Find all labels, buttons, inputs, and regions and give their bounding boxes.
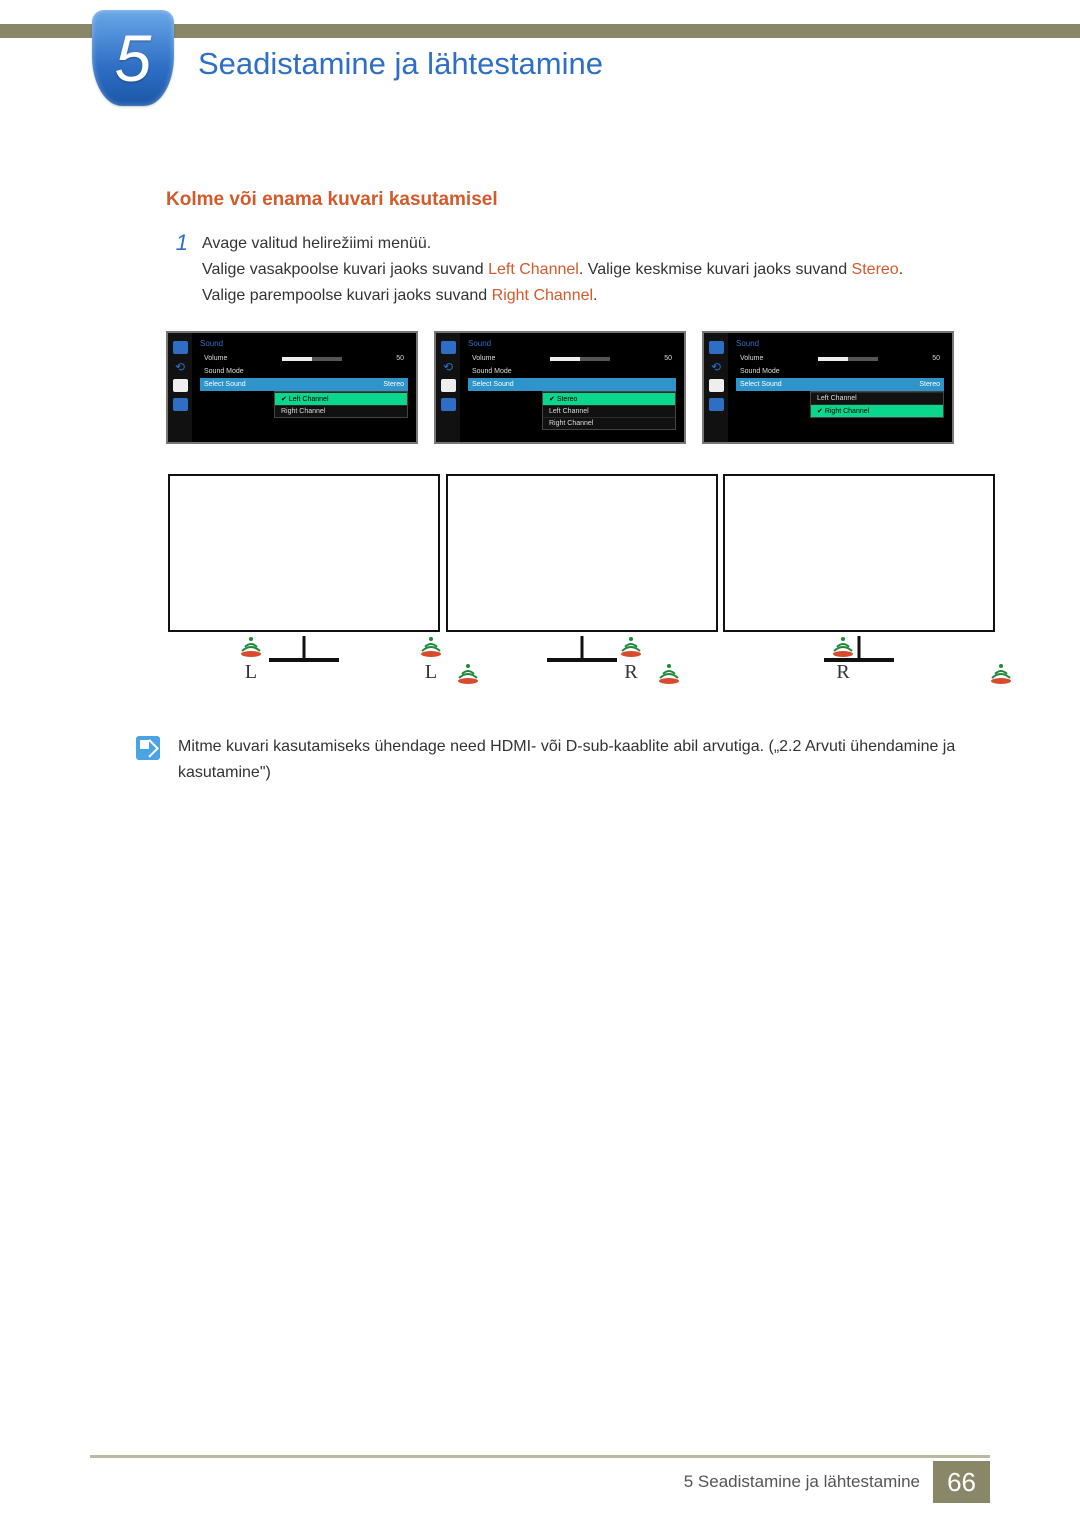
osd-select-sound-row: Select Sound bbox=[468, 378, 676, 391]
chapter-title: Seadistamine ja lähtestamine bbox=[198, 46, 603, 82]
osd-sound-mode-row: Sound Mode bbox=[200, 365, 408, 378]
volume-slider bbox=[282, 357, 342, 361]
info-icon bbox=[173, 398, 188, 411]
osd-main: Sound Volume 50 Sound Mode Select Sound … bbox=[192, 333, 416, 442]
dd-stereo: Stereo bbox=[543, 392, 675, 405]
osd-select-sound-row: Select Sound Stereo bbox=[200, 378, 408, 391]
speaker-icon bbox=[453, 660, 483, 684]
step-number: 1 bbox=[166, 231, 188, 309]
step-line1: Avage valitud helirežiimi menüü. bbox=[202, 231, 903, 257]
osd-panel-right: ⟲ Sound Volume 50 Sound Mode Select Soun… bbox=[702, 331, 954, 444]
osd-panel-left: ⟲ Sound Volume 50 Sound Mode Select Soun… bbox=[166, 331, 418, 444]
footer-chapter-text: 5 Seadistamine ja lähtestamine bbox=[684, 1461, 920, 1503]
note-text: Mitme kuvari kasutamiseks ühendage need … bbox=[178, 734, 988, 786]
monitor-icon bbox=[173, 341, 188, 354]
osd-sound-mode-row: Sound Mode bbox=[468, 365, 676, 378]
speaker-label: R bbox=[828, 661, 858, 684]
page-content: Kolme või enama kuvari kasutamisel 1 Ava… bbox=[166, 189, 988, 786]
osd-select-sound-row: Select Sound Stereo bbox=[736, 378, 944, 391]
dd-right: Right Channel bbox=[811, 404, 943, 417]
dd-right: Right Channel bbox=[275, 405, 407, 417]
osd-title: Sound bbox=[200, 339, 408, 348]
step-line3: Valige parempoolse kuvari jaoks suvand R… bbox=[202, 283, 903, 309]
speaker-icon: L bbox=[236, 633, 266, 684]
chapter-badge: 5 bbox=[92, 10, 174, 106]
arrows-icon: ⟲ bbox=[173, 360, 188, 373]
dd-right: Right Channel bbox=[543, 417, 675, 429]
note-block: Mitme kuvari kasutamiseks ühendage need … bbox=[136, 734, 988, 786]
monitor-center bbox=[446, 474, 718, 632]
volume-slider bbox=[818, 357, 878, 361]
page-number: 66 bbox=[933, 1461, 990, 1503]
arrows-icon: ⟲ bbox=[709, 360, 724, 373]
osd-volume-row: Volume 50 bbox=[736, 352, 944, 365]
speaker-label: L bbox=[416, 661, 446, 684]
osd-volume-row: Volume 50 bbox=[200, 352, 408, 365]
page-footer: 5 Seadistamine ja lähtestamine 66 bbox=[90, 1461, 990, 1503]
section-heading: Kolme või enama kuvari kasutamisel bbox=[166, 189, 988, 211]
gear-icon bbox=[173, 379, 188, 392]
arrows-icon: ⟲ bbox=[441, 360, 456, 373]
osd-main: Sound Volume 50 Sound Mode Select Sound … bbox=[460, 333, 684, 442]
osd-dropdown: Left Channel Right Channel bbox=[810, 391, 944, 418]
footer-divider bbox=[90, 1455, 990, 1458]
monitor-diagram: L L R R bbox=[166, 474, 988, 694]
osd-panel-center: ⟲ Sound Volume 50 Sound Mode Select Soun… bbox=[434, 331, 686, 444]
step-body: Avage valitud helirežiimi menüü. Valige … bbox=[202, 231, 903, 309]
chapter-number: 5 bbox=[115, 20, 152, 96]
monitor-icon bbox=[441, 341, 456, 354]
monitor-right bbox=[723, 474, 995, 632]
osd-title: Sound bbox=[468, 339, 676, 348]
gear-icon bbox=[441, 379, 456, 392]
dd-left: Left Channel bbox=[543, 405, 675, 417]
speaker-icon: L bbox=[416, 633, 446, 684]
monitor-icon bbox=[709, 341, 724, 354]
info-icon bbox=[441, 398, 456, 411]
osd-sidebar: ⟲ bbox=[704, 333, 728, 442]
osd-dropdown: Left Channel Right Channel bbox=[274, 391, 408, 418]
osd-sidebar: ⟲ bbox=[436, 333, 460, 442]
speaker-label: R bbox=[616, 661, 646, 684]
dd-left: Left Channel bbox=[275, 392, 407, 405]
osd-volume-row: Volume 50 bbox=[468, 352, 676, 365]
osd-sidebar: ⟲ bbox=[168, 333, 192, 442]
speaker-icon bbox=[986, 660, 1016, 684]
step-1: 1 Avage valitud helirežiimi menüü. Valig… bbox=[166, 231, 988, 309]
speaker-icon: R bbox=[828, 633, 858, 684]
speaker-icon bbox=[654, 660, 684, 684]
note-icon bbox=[136, 736, 160, 760]
dd-left: Left Channel bbox=[811, 392, 943, 404]
gear-icon bbox=[709, 379, 724, 392]
info-icon bbox=[709, 398, 724, 411]
speaker-icon: R bbox=[616, 633, 646, 684]
monitor-left bbox=[168, 474, 440, 632]
osd-row: ⟲ Sound Volume 50 Sound Mode Select Soun… bbox=[166, 331, 988, 444]
osd-title: Sound bbox=[736, 339, 944, 348]
speaker-label: L bbox=[236, 661, 266, 684]
step-line2: Valige vasakpoolse kuvari jaoks suvand L… bbox=[202, 257, 903, 283]
osd-dropdown: Stereo Left Channel Right Channel bbox=[542, 391, 676, 430]
osd-main: Sound Volume 50 Sound Mode Select Sound … bbox=[728, 333, 952, 442]
volume-slider bbox=[550, 357, 610, 361]
osd-sound-mode-row: Sound Mode bbox=[736, 365, 944, 378]
